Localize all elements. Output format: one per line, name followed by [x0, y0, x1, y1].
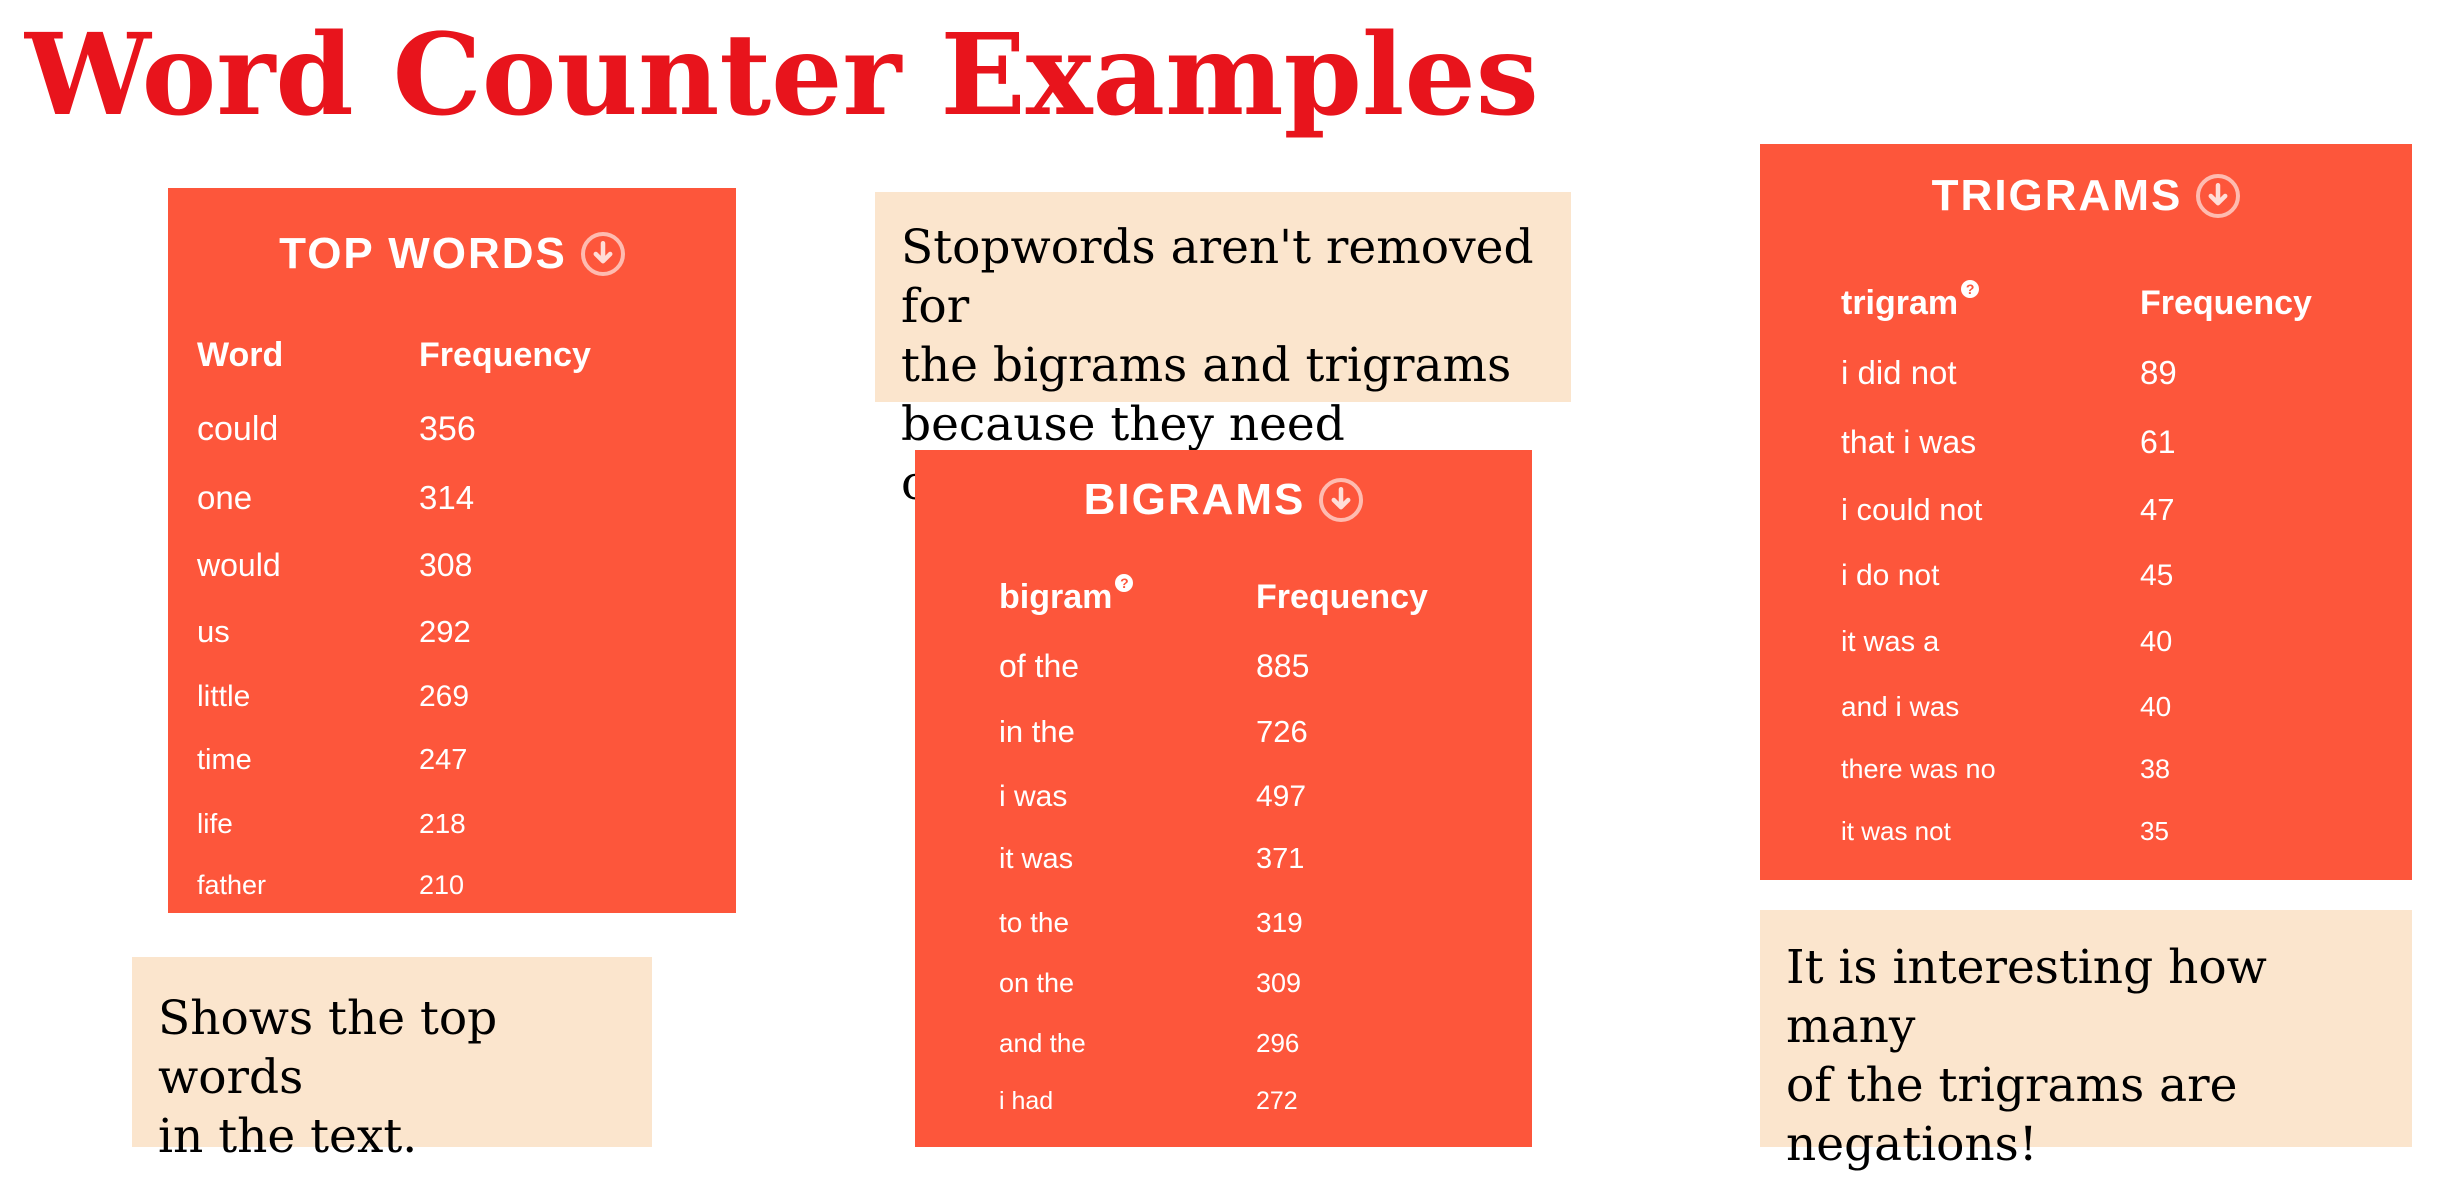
row-term: on the: [999, 968, 1075, 998]
row-term: and the: [999, 1028, 1086, 1058]
row-frequency: 309: [1256, 968, 1302, 998]
row-frequency: 885: [1256, 648, 1310, 684]
row-term: life: [197, 808, 233, 839]
note-trigrams: It is interesting how many of the trigra…: [1760, 910, 2412, 1172]
row-term: i do not: [1841, 559, 1940, 592]
row-frequency: 45: [2140, 559, 2174, 592]
row-frequency: 247: [419, 744, 468, 776]
note-line: Shows the top words: [158, 991, 498, 1105]
row-frequency: 319: [1256, 907, 1303, 938]
row-frequency: 40: [2140, 691, 2172, 722]
column-header-trigram[interactable]: trigram?: [1841, 280, 1980, 323]
row-term: to the: [999, 907, 1070, 938]
help-icon[interactable]: ?: [1115, 574, 1134, 592]
top-words-heading: TOP WORDS: [279, 229, 567, 278]
row-frequency: 61: [2140, 424, 2176, 460]
row-term: i did not: [1841, 354, 1957, 391]
column-header-frequency[interactable]: Frequency: [2140, 284, 2312, 323]
column-header-bigram-label: bigram: [999, 578, 1113, 616]
column-header-frequency[interactable]: Frequency: [419, 336, 591, 375]
row-term: of the: [999, 648, 1080, 684]
row-term: little: [197, 680, 251, 713]
row-frequency: 35: [2140, 816, 2169, 846]
note-line: of the trigrams are: [1786, 1058, 2238, 1113]
row-frequency: 371: [1256, 843, 1305, 875]
row-frequency: 210: [419, 870, 465, 900]
top-words-header[interactable]: TOP WORDS: [168, 224, 736, 284]
row-term: it was a: [1841, 626, 1940, 658]
bigrams-heading: BIGRAMS: [1083, 475, 1306, 524]
column-header-frequency[interactable]: Frequency: [1256, 578, 1428, 617]
row-term: i was: [999, 780, 1068, 813]
row-term: it was not: [1841, 816, 1951, 846]
row-term: one: [197, 479, 253, 516]
note-stopwords: Stopwords aren't removed for the bigrams…: [875, 192, 1571, 511]
note-line: in the text.: [158, 1109, 418, 1164]
row-term: i had: [999, 1087, 1054, 1115]
note-line: the bigrams and trigrams: [901, 338, 1512, 393]
row-term: could: [197, 410, 279, 448]
row-term: in the: [999, 714, 1075, 749]
column-header-trigram-label: trigram: [1841, 284, 1959, 322]
trigrams-header[interactable]: TRIGRAMS: [1760, 166, 2412, 226]
row-term: time: [197, 744, 252, 776]
row-term: there was no: [1841, 754, 1996, 784]
download-circle-icon[interactable]: [1319, 478, 1364, 522]
row-term: i could not: [1841, 492, 1983, 527]
download-circle-icon[interactable]: [2196, 174, 2241, 218]
row-term: that i was: [1841, 424, 1977, 460]
help-icon[interactable]: ?: [1961, 280, 1980, 298]
row-frequency: 308: [419, 547, 473, 583]
note-line: Stopwords aren't removed for: [901, 220, 1534, 334]
row-frequency: 292: [419, 614, 471, 649]
row-frequency: 89: [2140, 354, 2177, 391]
row-term: father: [197, 870, 267, 900]
bigrams-header[interactable]: BIGRAMS: [915, 470, 1532, 530]
row-frequency: 497: [1256, 780, 1307, 813]
download-circle-icon[interactable]: [580, 232, 625, 276]
row-frequency: 356: [419, 410, 476, 448]
bigrams-panel: BIGRAMS bigram? Frequency of the 885 in th…: [915, 450, 1532, 1147]
page-title: Word Counter Examples: [25, 10, 1539, 141]
row-term: us: [197, 614, 230, 649]
row-frequency: 47: [2140, 492, 2175, 527]
row-frequency: 38: [2140, 754, 2171, 784]
row-term: would: [197, 547, 281, 583]
trigrams-heading: TRIGRAMS: [1931, 171, 2183, 220]
row-frequency: 218: [419, 808, 466, 839]
row-frequency: 272: [1256, 1087, 1298, 1115]
column-header-word[interactable]: Word: [197, 336, 283, 375]
trigrams-panel: TRIGRAMS trigram? Frequency i did not 89 t…: [1760, 144, 2412, 880]
row-term: it was: [999, 843, 1074, 875]
row-frequency: 40: [2140, 626, 2173, 658]
top-words-panel: TOP WORDS Word Frequency could 356 one 314 w…: [168, 188, 736, 913]
note-top-words: Shows the top words in the text.: [132, 957, 652, 1164]
note-line: It is interesting how many: [1786, 940, 2267, 1054]
note-line: negations!: [1786, 1117, 2038, 1172]
row-term: and i was: [1841, 691, 1960, 722]
column-header-bigram[interactable]: bigram?: [999, 574, 1134, 617]
row-frequency: 269: [419, 680, 470, 713]
row-frequency: 726: [1256, 714, 1308, 749]
row-frequency: 296: [1256, 1028, 1300, 1058]
row-frequency: 314: [419, 479, 475, 516]
